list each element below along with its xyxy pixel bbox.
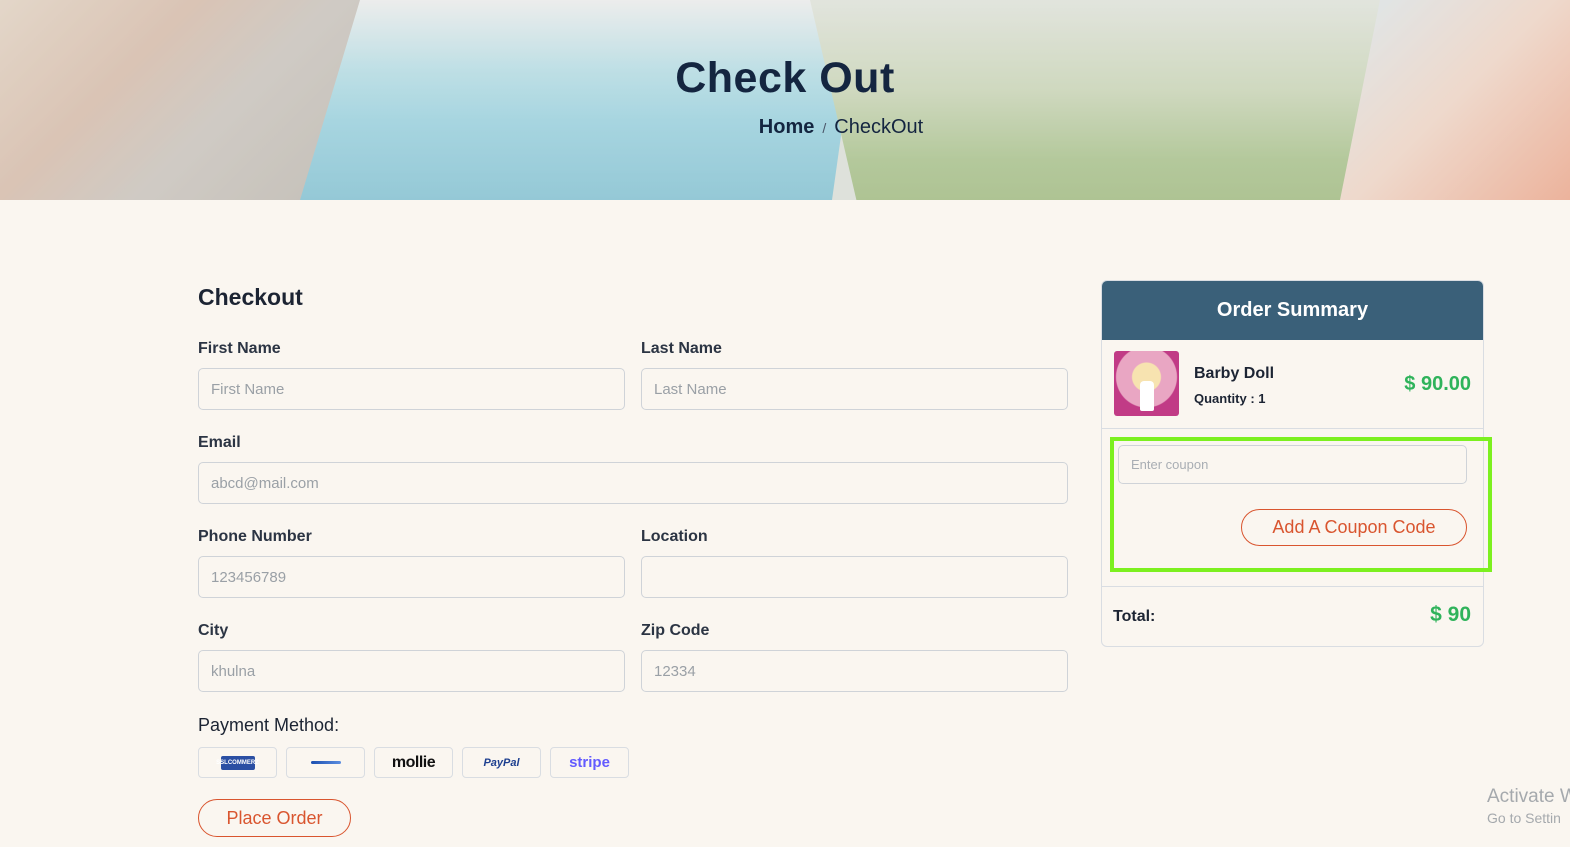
breadcrumb: Home / CheckOut	[0, 116, 1570, 139]
activation-watermark-subtitle: Go to Settin	[1487, 810, 1561, 826]
product-quantity: Quantity : 1	[1194, 391, 1266, 406]
product-thumbnail	[1114, 351, 1179, 416]
product-price: $ 90.00	[1404, 373, 1471, 395]
last-name-field[interactable]	[641, 368, 1068, 410]
summary-divider	[1101, 586, 1484, 587]
flutterwave-logo	[310, 761, 341, 764]
paypal-logo: PayPal	[483, 756, 520, 769]
email-label: Email	[198, 434, 241, 451]
payment-option-mollie[interactable]: mollie	[374, 747, 453, 778]
zip-label: Zip Code	[641, 622, 710, 639]
location-field[interactable]	[641, 556, 1068, 598]
city-label: City	[198, 622, 229, 639]
payment-method-list: SSLCOMMERZ mollie PayPal stripe	[198, 747, 629, 778]
first-name-label: First Name	[198, 340, 281, 357]
phone-label: Phone Number	[198, 528, 312, 545]
order-item: Barby Doll Quantity : 1 $ 90.00	[1102, 340, 1483, 429]
payment-option-paypal[interactable]: PayPal	[462, 747, 541, 778]
sslcommerz-logo: SSLCOMMERZ	[216, 755, 259, 770]
product-name: Barby Doll	[1194, 365, 1275, 382]
zip-code-field[interactable]	[641, 650, 1068, 692]
place-order-button[interactable]: Place Order	[198, 799, 351, 837]
first-name-field[interactable]	[198, 368, 625, 410]
email-field[interactable]	[198, 462, 1068, 504]
payment-option-stripe[interactable]: stripe	[550, 747, 629, 778]
mollie-logo: mollie	[391, 753, 436, 771]
checkout-form-title: Checkout	[198, 284, 303, 310]
stripe-logo: stripe	[569, 754, 610, 771]
total-label: Total:	[1113, 608, 1156, 625]
breadcrumb-home-link[interactable]: Home	[759, 116, 815, 138]
activation-watermark-title: Activate W	[1487, 786, 1570, 807]
order-summary-title: Order Summary	[1102, 281, 1483, 340]
page-title: Check Out	[675, 54, 895, 102]
breadcrumb-current: CheckOut	[834, 116, 924, 138]
payment-option-flutterwave[interactable]	[286, 747, 365, 778]
payment-option-sslcommerz[interactable]: SSLCOMMERZ	[198, 747, 277, 778]
payment-method-label: Payment Method:	[198, 715, 340, 735]
breadcrumb-separator: /	[822, 120, 827, 136]
location-label: Location	[641, 528, 708, 545]
last-name-label: Last Name	[641, 340, 722, 357]
phone-field[interactable]	[198, 556, 625, 598]
city-field[interactable]	[198, 650, 625, 692]
coupon-highlight-box	[1110, 437, 1492, 572]
total-value: $ 90	[1430, 603, 1471, 626]
